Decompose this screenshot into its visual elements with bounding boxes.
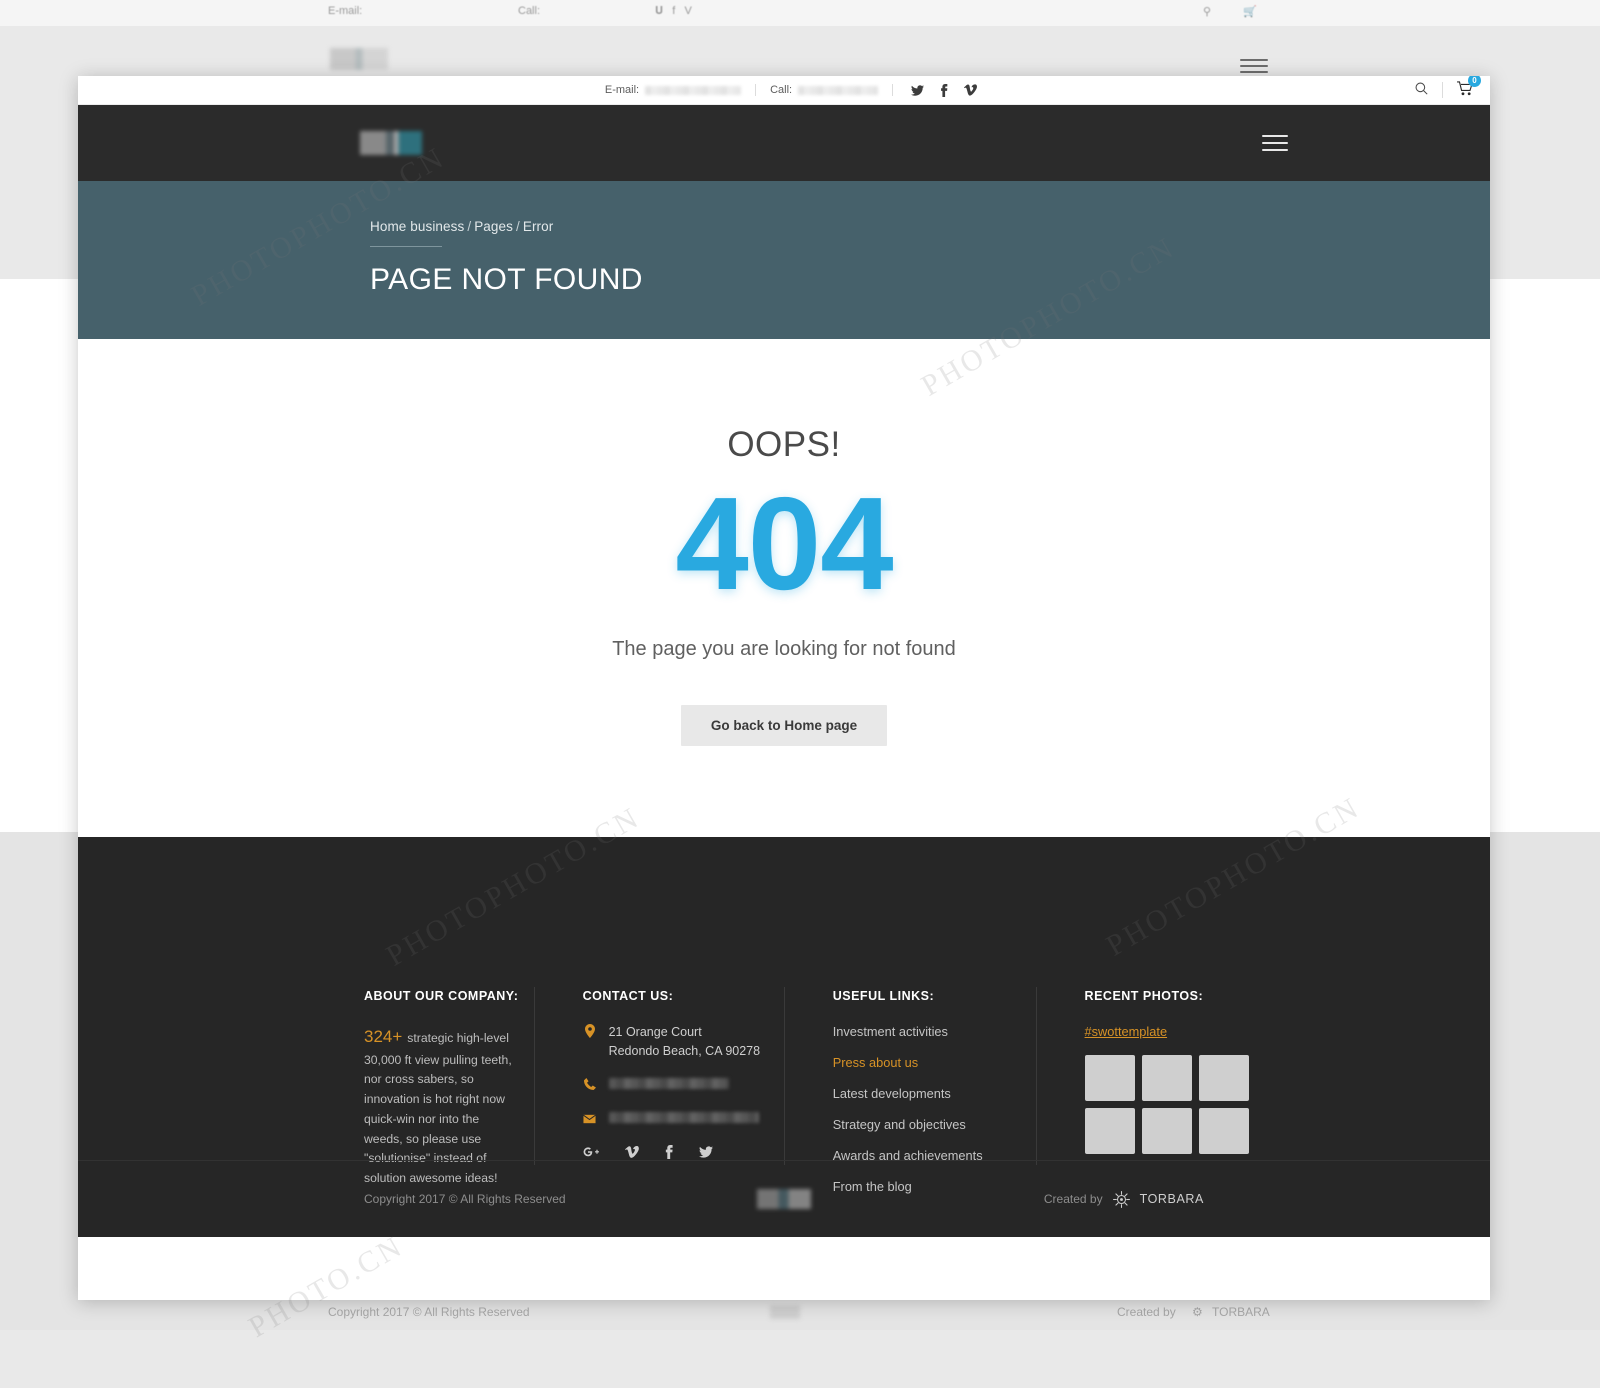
breadcrumb-separator: / <box>515 219 520 234</box>
breadcrumb-separator: / <box>467 219 472 234</box>
list-item: Investment activities <box>833 1023 1021 1041</box>
hamburger-menu-icon[interactable] <box>1262 130 1288 156</box>
backdrop-footer-logo <box>770 1305 800 1319</box>
footer-photos-tag[interactable]: #swottemplate <box>1085 1024 1168 1039</box>
list-item: Strategy and objectives <box>833 1116 1021 1134</box>
error-code: 404 <box>675 470 893 617</box>
photo-thumbnail[interactable] <box>1198 1108 1249 1154</box>
google-plus-icon[interactable] <box>583 1146 599 1158</box>
footer-email-value <box>608 1111 759 1123</box>
footer-contact-heading: CONTACT US: <box>582 989 674 1003</box>
site-topbar: E-mail: Call: 0 <box>78 76 1490 105</box>
photo-thumbnail[interactable] <box>1141 1108 1192 1154</box>
page-title: PAGE NOT FOUND <box>370 263 643 296</box>
footer-about-highlight: 324+ <box>364 1027 403 1046</box>
topbar-call-value <box>798 85 879 95</box>
backdrop-created-by: Created by <box>1117 1305 1176 1319</box>
twitter-icon[interactable] <box>698 1145 713 1158</box>
topbar-email-value <box>645 85 742 95</box>
footer-email[interactable] <box>583 1110 769 1129</box>
backdrop-brand: TORBARA <box>1212 1305 1270 1319</box>
footer-address-line2: Redondo Beach, CA 90278 <box>608 1043 761 1058</box>
topbar-email[interactable]: E-mail: <box>591 76 755 104</box>
footer-photo-grid <box>1084 1055 1284 1154</box>
created-by-group: Created by TORBARA <box>1044 1190 1204 1209</box>
backdrop-logo <box>330 48 388 70</box>
go-back-home-button[interactable]: Go back to Home page <box>680 704 888 746</box>
footer-address-text: 21 Orange Court Redondo Beach, CA 90278 <box>609 1023 761 1061</box>
footer-copyright-bar: Copyright 2017 © All Rights Reserved Cre… <box>78 1160 1490 1237</box>
backdrop-hamburger-icon <box>1240 55 1268 77</box>
footer-link-investment-activities[interactable]: Investment activities <box>833 1024 948 1039</box>
topbar-social-links <box>893 83 978 97</box>
backdrop-band <box>0 0 1600 26</box>
footer-link-strategy-and-objectives[interactable]: Strategy and objectives <box>833 1117 966 1132</box>
backdrop-copyright: Copyright 2017 © All Rights Reserved <box>328 1305 530 1319</box>
footer-about-heading: ABOUT OUR COMPANY: <box>364 989 519 1003</box>
backdrop-cart-icon: 🛒 <box>1243 6 1257 18</box>
photo-thumbnail[interactable] <box>1198 1055 1249 1101</box>
list-item: Press about us <box>833 1054 1021 1072</box>
photo-thumbnail[interactable] <box>1084 1108 1135 1154</box>
footer-phone-value <box>608 1077 729 1089</box>
facebook-icon[interactable] <box>940 83 948 97</box>
topbar-right-group: 0 <box>1415 76 1481 99</box>
footer-link-latest-developments[interactable]: Latest developments <box>833 1086 951 1101</box>
footer-address-line1: 21 Orange Court <box>608 1025 702 1039</box>
footer-social-links <box>583 1144 769 1159</box>
created-by-label: Created by <box>1043 1192 1103 1206</box>
torbara-brand-name: TORBARA <box>1139 1192 1204 1206</box>
phone-icon <box>583 1076 597 1095</box>
backdrop-torbara-mark: ⚙ <box>1192 1305 1203 1319</box>
copyright-text: Copyright 2017 © All Rights Reserved <box>364 1192 566 1206</box>
error-message: The page you are looking for not found <box>612 637 956 660</box>
cart-icon[interactable]: 0 <box>1457 76 1481 99</box>
footer-phone[interactable] <box>583 1076 769 1095</box>
backdrop-call-label: Call: <box>518 5 541 17</box>
photo-thumbnail[interactable] <box>1084 1055 1135 1101</box>
topbar-email-label: E-mail: <box>604 84 640 96</box>
footer-photos-heading: RECENT PHOTOS: <box>1084 989 1204 1003</box>
footer-links-heading: USEFUL LINKS: <box>832 989 935 1003</box>
website-preview-card: E-mail: Call: 0 Home business / Pages / … <box>78 76 1490 1300</box>
backdrop-email-label: E-mail: <box>328 5 363 17</box>
topbar-center-group: E-mail: Call: <box>78 76 1490 104</box>
hero-content: Home business / Pages / Error PAGE NOT FOUND <box>370 219 643 297</box>
topbar-call-label: Call: <box>770 84 793 96</box>
footer-logo[interactable] <box>757 1189 811 1209</box>
torbara-logo-icon <box>1112 1190 1131 1209</box>
breadcrumb-item-home-business[interactable]: Home business <box>370 219 464 234</box>
page-hero: Home business / Pages / Error PAGE NOT FOUND <box>78 181 1490 339</box>
topbar-divider <box>1442 82 1443 98</box>
facebook-icon[interactable] <box>665 1144 673 1159</box>
vimeo-icon[interactable] <box>624 1145 639 1158</box>
site-header <box>78 105 1490 181</box>
footer-column-divider <box>783 987 785 1165</box>
error-content: OOPS! 404 The page you are looking for n… <box>78 339 1490 837</box>
footer-column-divider <box>533 987 535 1165</box>
vimeo-icon[interactable] <box>964 84 978 96</box>
breadcrumb-item-error: Error <box>522 219 554 234</box>
footer-column-divider <box>1035 987 1037 1165</box>
location-pin-icon <box>583 1023 597 1043</box>
list-item: Latest developments <box>833 1085 1021 1103</box>
site-footer: ABOUT OUR COMPANY: 324+ strategic high-le… <box>78 837 1490 1237</box>
topbar-call[interactable]: Call: <box>756 76 892 104</box>
twitter-icon[interactable] <box>911 84 925 96</box>
breadcrumb: Home business / Pages / Error <box>370 219 643 234</box>
search-icon[interactable] <box>1415 82 1428 98</box>
breadcrumb-item-pages[interactable]: Pages <box>474 219 513 234</box>
backdrop-search-icon: ⚲ <box>1203 6 1212 18</box>
site-logo[interactable] <box>360 131 422 155</box>
envelope-icon <box>583 1110 597 1129</box>
hero-divider <box>370 246 442 247</box>
footer-link-press-about-us[interactable]: Press about us <box>833 1055 918 1070</box>
backdrop-band <box>0 1330 1600 1388</box>
photo-thumbnail[interactable] <box>1141 1055 1192 1101</box>
footer-address: 21 Orange Court Redondo Beach, CA 90278 <box>583 1023 769 1061</box>
backdrop-social-icons: 𝐔 f V <box>655 5 692 17</box>
error-oops-heading: OOPS! <box>727 425 841 464</box>
